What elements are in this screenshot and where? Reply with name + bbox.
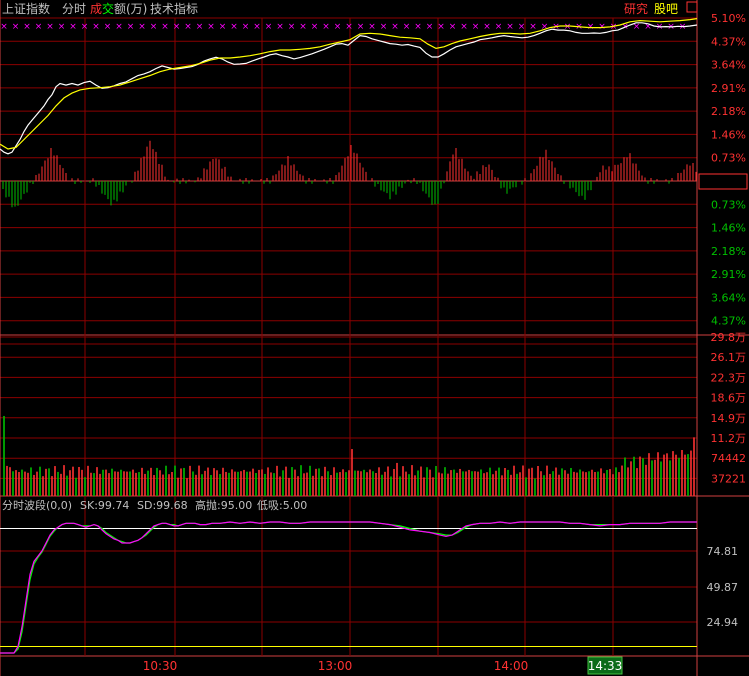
marker-glyph: × bbox=[288, 22, 296, 32]
link-guba[interactable]: 股吧 bbox=[654, 2, 678, 16]
marker-glyph: × bbox=[207, 22, 215, 32]
base-value-box bbox=[698, 173, 748, 190]
marker-glyph: × bbox=[23, 22, 31, 32]
marker-glyph: × bbox=[161, 22, 169, 32]
indicator-y-tick-label: 24.94 bbox=[707, 616, 739, 629]
index-name[interactable]: 上证指数 bbox=[2, 1, 50, 16]
marker-glyph: × bbox=[472, 22, 480, 32]
tab-volume-part2[interactable]: 交 bbox=[102, 1, 114, 16]
price-y-tick-label: 3.64% bbox=[711, 59, 746, 72]
volume-y-tick-label: 22.3万 bbox=[711, 371, 747, 384]
marker-glyph: × bbox=[437, 22, 445, 32]
volume-y-tick-label: 18.6万 bbox=[711, 392, 747, 405]
marker-glyph: × bbox=[322, 22, 330, 32]
x-tick-label: 10:30 bbox=[143, 659, 178, 673]
marker-glyph: × bbox=[483, 22, 491, 32]
indicator-legend: 分时波段(0,0) SK:99.74 SD:99.68 高抛:95.00 低吸:… bbox=[2, 498, 307, 512]
price-y-tick-label: 4.37% bbox=[711, 315, 746, 328]
marker-glyph: × bbox=[69, 22, 77, 32]
volume-y-tick-label: 37221 bbox=[711, 472, 746, 485]
price-y-tick-label: 3.64% bbox=[711, 291, 746, 304]
marker-glyph: × bbox=[104, 22, 112, 32]
marker-glyph: × bbox=[380, 22, 388, 32]
indicator-y-tick-label: 74.81 bbox=[707, 545, 739, 558]
price-y-tick-label: 2.91% bbox=[711, 82, 746, 95]
marker-glyph: × bbox=[265, 22, 273, 32]
volume-y-tick-label: 29.8万 bbox=[711, 331, 747, 344]
link-research[interactable]: 研究 bbox=[624, 1, 648, 16]
price-y-tick-label: 0.73% bbox=[711, 198, 746, 211]
x-tick-label: 13:00 bbox=[318, 659, 353, 673]
marker-glyph: × bbox=[426, 22, 434, 32]
price-y-tick-label: 4.37% bbox=[711, 35, 746, 48]
marker-glyph: × bbox=[242, 22, 250, 32]
marker-glyph: × bbox=[92, 22, 100, 32]
marker-glyph: × bbox=[518, 22, 526, 32]
marker-glyph: × bbox=[460, 22, 468, 32]
tab-volume-part3[interactable]: 额(万) bbox=[114, 2, 147, 16]
marker-glyph: × bbox=[230, 22, 238, 32]
x-tick-label: 14:00 bbox=[494, 659, 529, 673]
marker-glyph: × bbox=[81, 22, 89, 32]
volume-y-tick-label: 14.9万 bbox=[711, 412, 747, 425]
price-y-tick-label: 0.73% bbox=[711, 152, 746, 165]
marker-glyph: × bbox=[127, 22, 135, 32]
tab-fenshi[interactable]: 分时 bbox=[62, 2, 86, 16]
price-y-tick-label: 2.18% bbox=[711, 105, 746, 118]
marker-glyph: × bbox=[345, 22, 353, 32]
marker-glyph: × bbox=[196, 22, 204, 32]
marker-glyph: × bbox=[414, 22, 422, 32]
marker-glyph: × bbox=[391, 22, 399, 32]
marker-glyph: × bbox=[506, 22, 514, 32]
marker-glyph: × bbox=[46, 22, 54, 32]
stock-chart: × × × × × × × × × × × × × × × × × × × × × × × × × × × × × × × × × × × × × × × ×… bbox=[0, 0, 749, 676]
price-y-tick-label: 1.46% bbox=[711, 222, 746, 235]
marker-glyph: × bbox=[173, 22, 181, 32]
marker-glyph: × bbox=[403, 22, 411, 32]
marker-glyph: × bbox=[276, 22, 284, 32]
marker-glyph: × bbox=[58, 22, 66, 32]
indicator-high: 高抛:95.00 bbox=[195, 498, 252, 512]
volume-y-tick-label: 26.1万 bbox=[711, 351, 747, 364]
marker-glyph: × bbox=[368, 22, 376, 32]
cursor-time-label: 14:33 bbox=[588, 659, 623, 673]
marker-glyph: × bbox=[357, 22, 365, 32]
chart-background bbox=[0, 0, 749, 676]
tab-volume-part1[interactable]: 成 bbox=[90, 2, 102, 16]
marker-glyph: × bbox=[334, 22, 342, 32]
volume-y-tick-label: 74442 bbox=[711, 452, 746, 465]
marker-glyph: × bbox=[219, 22, 227, 32]
marker-glyph: × bbox=[449, 22, 457, 32]
volume-y-tick-label: 11.2万 bbox=[711, 432, 747, 445]
indicator-y-tick-label: 49.87 bbox=[707, 581, 739, 594]
price-y-tick-label: 2.18% bbox=[711, 245, 746, 258]
marker-glyph: × bbox=[253, 22, 261, 32]
indicator-low: 低吸:5.00 bbox=[257, 499, 307, 512]
marker-glyph: × bbox=[138, 22, 146, 32]
marker-glyph: × bbox=[184, 22, 192, 32]
marker-glyph: × bbox=[12, 22, 20, 32]
marker-glyph: × bbox=[495, 22, 503, 32]
marker-glyph: × bbox=[35, 22, 43, 32]
indicator-sd: SD:99.68 bbox=[137, 499, 188, 512]
indicator-sk: SK:99.74 bbox=[80, 499, 129, 512]
marker-glyph: × bbox=[529, 22, 537, 32]
indicator-title: 分时波段(0,0) bbox=[2, 498, 72, 512]
price-y-tick-label: 5.10% bbox=[711, 12, 746, 25]
marker-glyph: × bbox=[115, 22, 123, 32]
price-y-tick-label: 1.46% bbox=[711, 128, 746, 141]
marker-glyph: × bbox=[299, 22, 307, 32]
marker-glyph: × bbox=[150, 22, 158, 32]
marker-glyph: × bbox=[0, 22, 8, 32]
price-y-tick-label: 2.91% bbox=[711, 268, 746, 281]
tab-tech-indicator[interactable]: 技术指标 bbox=[150, 1, 198, 16]
marker-glyph: × bbox=[311, 22, 319, 32]
